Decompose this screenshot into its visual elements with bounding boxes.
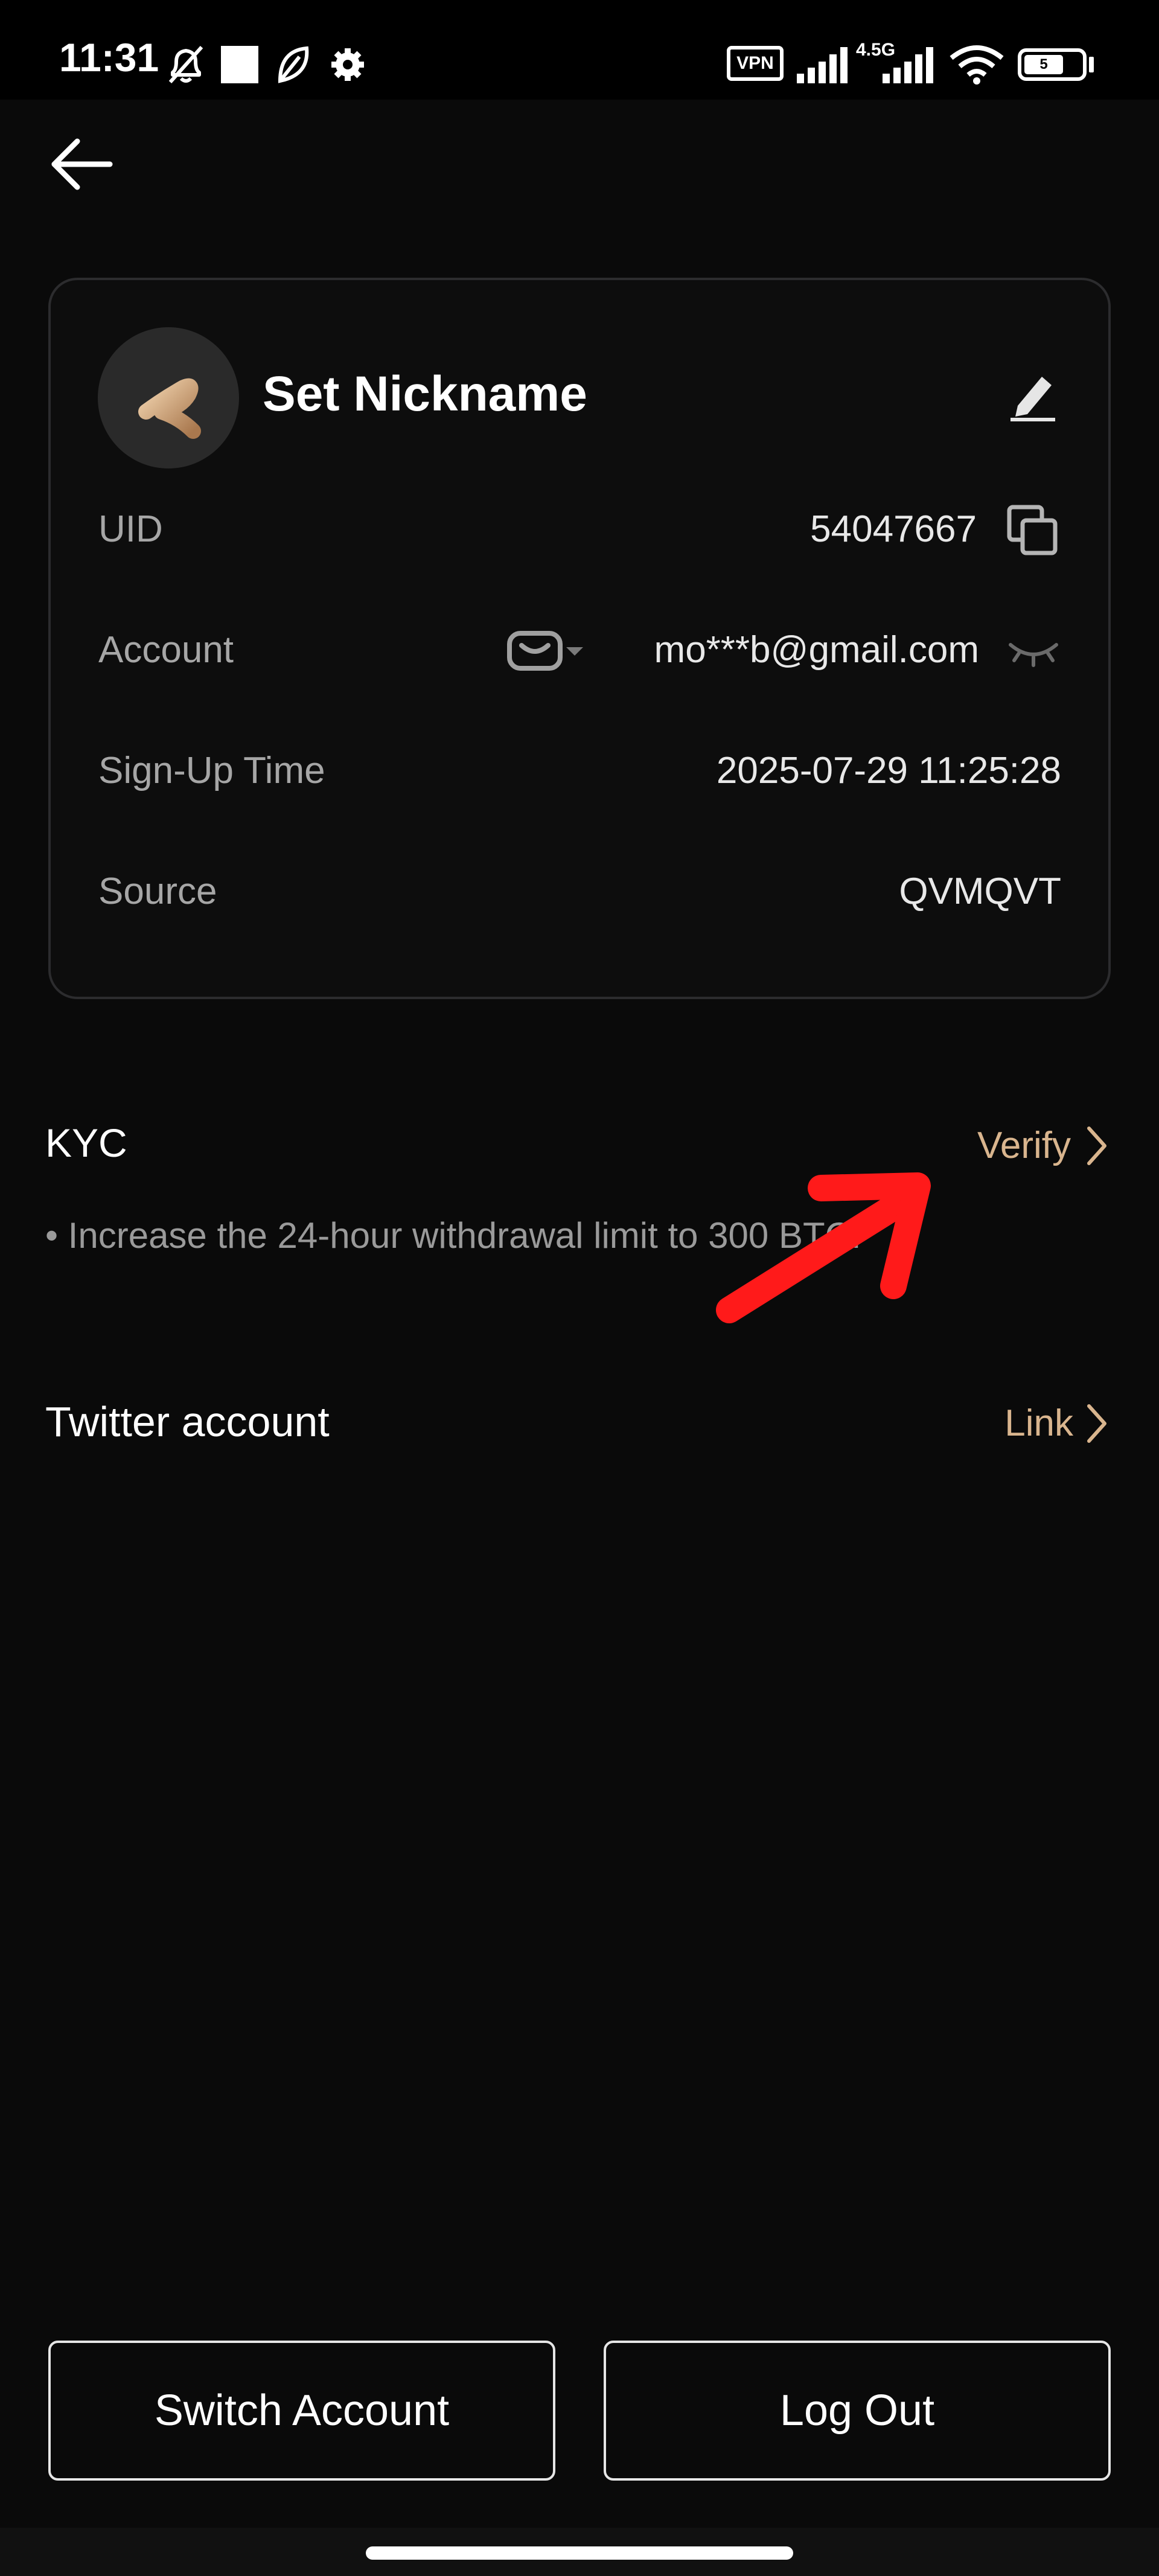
log-out-button[interactable]: Log Out [604, 2341, 1111, 2481]
link-label: Link [1004, 1402, 1073, 1444]
verify-link[interactable]: Verify [977, 1122, 1108, 1170]
account-value: mo***b@gmail.com [654, 629, 979, 671]
battery-icon: 5 [1018, 48, 1087, 81]
square-icon [221, 46, 258, 83]
account-label: Account [98, 629, 234, 671]
k-logo-icon [138, 356, 201, 439]
twitter-link-button[interactable]: Link [1004, 1399, 1108, 1448]
account-type-dropdown[interactable] [506, 625, 590, 676]
pencil-icon [1011, 377, 1055, 421]
signup-time-value: 2025-07-29 11:25:28 [716, 750, 1061, 791]
wifi-icon [950, 45, 1004, 85]
eye-closed-icon [1009, 643, 1058, 667]
caret-down-icon [566, 647, 583, 656]
gear-icon [331, 48, 364, 81]
arrow-left-icon [51, 138, 113, 190]
annotation-arrow-icon [716, 1172, 931, 1323]
battery-tip [1089, 57, 1094, 72]
chevron-right-icon [1087, 1404, 1106, 1443]
signal-icon [883, 47, 933, 83]
kyc-title: KYC [45, 1120, 127, 1165]
toggle-visibility-button[interactable] [1004, 634, 1062, 670]
copy-uid-button[interactable] [1006, 503, 1059, 557]
nickname-label[interactable]: Set Nickname [263, 369, 587, 419]
battery-level: 5 [1039, 56, 1048, 72]
leaf-icon [278, 46, 309, 83]
verify-label: Verify [977, 1125, 1071, 1166]
source-label: Source [98, 871, 217, 912]
back-button[interactable] [47, 134, 120, 194]
home-indicator[interactable] [366, 2546, 793, 2560]
vpn-icon: VPN [727, 46, 784, 81]
signal-icon [797, 47, 848, 83]
chevron-right-icon [1087, 1127, 1106, 1165]
avatar[interactable] [98, 327, 239, 468]
copy-icon [1007, 505, 1058, 555]
signup-time-label: Sign-Up Time [98, 750, 325, 791]
switch-account-button[interactable]: Switch Account [48, 2341, 555, 2481]
status-time: 11:31 [59, 35, 159, 80]
source-value: QVMQVT [899, 871, 1061, 912]
twitter-account-title: Twitter account [45, 1398, 330, 1445]
uid-value: 54047667 [810, 508, 977, 550]
edit-nickname-button[interactable] [1008, 368, 1058, 423]
mail-icon [507, 631, 563, 671]
bell-off-icon [168, 45, 203, 84]
uid-label: UID [98, 508, 163, 550]
